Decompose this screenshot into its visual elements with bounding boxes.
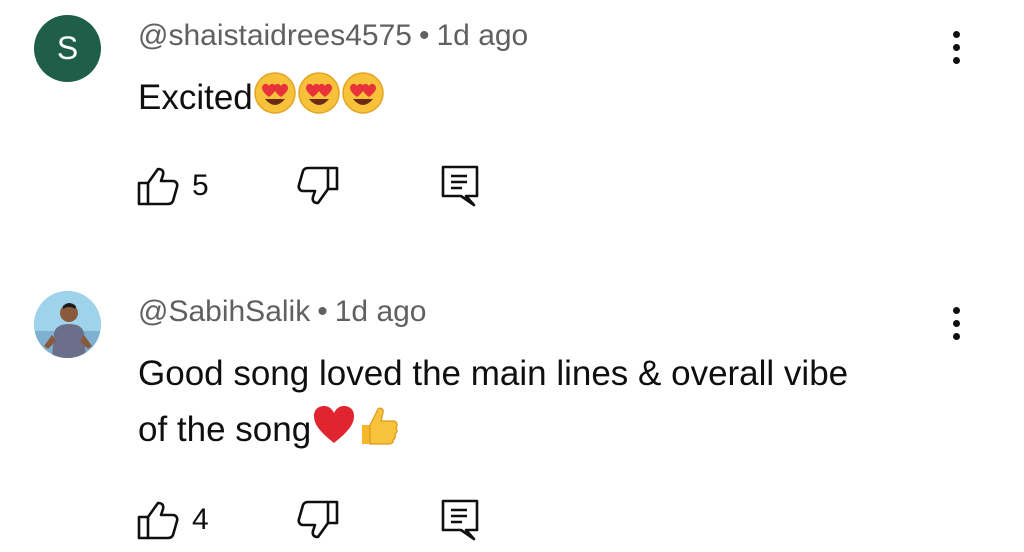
comment-actions: 5 <box>136 164 536 208</box>
red-heart-emoji <box>311 403 357 464</box>
reply-button[interactable] <box>440 498 488 542</box>
more-vertical-icon[interactable] <box>940 26 974 70</box>
comment-text: Good song loved the main lines & overall… <box>138 346 958 464</box>
reply-button[interactable] <box>440 164 488 208</box>
heart-eyes-emoji <box>253 71 297 132</box>
meta-separator: • <box>418 19 430 52</box>
meta-separator: • <box>317 295 328 328</box>
reply-comment-icon <box>441 165 479 207</box>
comment-text-line-2-wrap: of the song <box>138 402 958 464</box>
like-button[interactable]: 4 <box>136 498 226 542</box>
heart-eyes-emoji <box>297 71 341 132</box>
avatar[interactable]: S <box>34 15 101 82</box>
comment-meta: @shaistaidrees4575 • 1d ago <box>138 16 528 56</box>
comment-text-line-1: Good song loved the main lines & overall… <box>138 354 849 393</box>
comment-meta: @SabihSalik • 1d ago <box>138 292 427 332</box>
avatar[interactable] <box>34 291 101 358</box>
comment-time: 1d ago <box>334 295 427 328</box>
dislike-button[interactable] <box>296 166 344 210</box>
comment-text-line-2: of the song <box>138 410 312 449</box>
like-count: 5 <box>192 169 209 202</box>
profile-photo-icon <box>34 291 101 358</box>
thumb-down-outline-icon <box>297 166 339 205</box>
like-count: 4 <box>192 503 209 536</box>
reply-comment-icon <box>441 499 479 541</box>
like-button[interactable]: 5 <box>136 164 226 208</box>
heart-eyes-emoji <box>341 71 385 132</box>
comment-item: S @shaistaidrees4575 • 1d ago Excited 5 <box>0 0 1024 250</box>
comment-item: @SabihSalik • 1d ago Good song loved the m… <box>0 276 1024 552</box>
comment-time: 1d ago <box>436 19 529 52</box>
comment-author[interactable]: @shaistaidrees4575 <box>138 19 412 52</box>
thumb-up-outline-icon <box>137 501 179 540</box>
comment-text: Excited <box>138 70 958 132</box>
thumb-down-outline-icon <box>297 500 339 539</box>
more-vertical-icon[interactable] <box>940 302 974 346</box>
dislike-button[interactable] <box>296 500 344 544</box>
comment-actions: 4 <box>136 498 536 542</box>
comment-author[interactable]: @SabihSalik <box>138 295 310 328</box>
thumb-up-outline-icon <box>137 167 179 206</box>
thumbs-up-emoji <box>357 403 401 464</box>
comment-text-body: Excited <box>138 78 253 117</box>
